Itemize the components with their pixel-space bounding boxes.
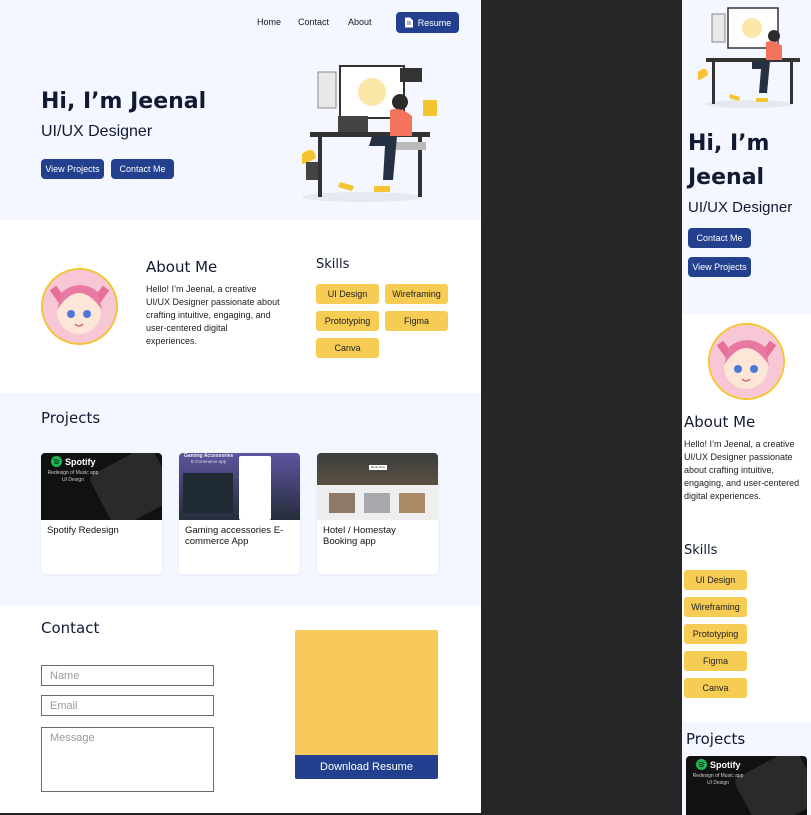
project-card-spotify[interactable]: Spotify Redesign of Music app UI Design … — [41, 453, 162, 574]
contact-me-button[interactable]: Contact Me — [111, 159, 174, 179]
hero-role: UI/UX Designer — [41, 123, 153, 140]
mobile-contact-me-button[interactable]: Contact Me — [688, 228, 751, 248]
mobile-hero-greeting-line2: Jeenal — [688, 165, 765, 190]
nav-about[interactable]: About — [348, 17, 372, 27]
skill-chip: UI Design — [684, 570, 747, 590]
nav-home[interactable]: Home — [257, 17, 281, 27]
message-field[interactable]: Message — [41, 727, 214, 792]
mobile-about-text: Hello! I’m Jeenal, a creative UI/UX Desi… — [684, 439, 800, 501]
resume-label: Resume — [417, 17, 452, 28]
book-button: Book Now — [369, 465, 387, 470]
contact-title: Contact — [41, 619, 100, 637]
resume-card: Download Resume — [295, 630, 438, 779]
document-icon — [404, 17, 413, 28]
download-resume-button[interactable]: Download Resume — [295, 755, 438, 779]
gaming-sub: E-Commerce app — [191, 459, 227, 464]
nav-contact[interactable]: Contact — [298, 17, 329, 27]
about-title: About Me — [146, 258, 218, 276]
project-thumbnail: Spotify Redesign of Music app UI Design — [41, 453, 162, 520]
project-title: Spotify Redesign — [47, 525, 119, 536]
mobile-about-title: About Me — [684, 413, 756, 431]
resume-button[interactable]: Resume — [396, 12, 459, 33]
mobile-preview: Hi, I’m Jeenal UI/UX Designer Contact Me… — [682, 0, 811, 815]
designer-illustration — [698, 7, 800, 108]
name-field[interactable]: Name — [41, 665, 214, 686]
email-field[interactable]: Email — [41, 695, 214, 716]
project-card-gaming[interactable]: Gaming Accessories E-Commerce app Gaming… — [179, 453, 300, 574]
contact-section: Contact Name Email Message Download Resu… — [0, 606, 481, 813]
skill-chip: Prototyping — [316, 311, 379, 331]
about-section: About Me Hello! I’m Jeenal, a creative U… — [0, 220, 481, 393]
spotify-logo-icon — [51, 456, 62, 467]
skill-chip: Wireframing — [684, 597, 747, 617]
spotify-logo-icon — [696, 759, 707, 770]
skills-title: Skills — [316, 257, 350, 272]
skill-chip: Figma — [385, 311, 448, 331]
avatar — [41, 268, 118, 345]
project-thumbnail: Book Now — [317, 453, 438, 520]
spotify-caption: Redesign of Music app UI Design — [692, 773, 744, 786]
project-title: Gaming accessories E-commerce App — [185, 525, 284, 547]
project-thumbnail: Gaming Accessories E-Commerce app — [179, 453, 300, 520]
projects-title: Projects — [41, 409, 101, 427]
mobile-projects-section: Projects Spotify Redesign of Music app U… — [682, 722, 811, 815]
mobile-about-section: About Me Hello! I’m Jeenal, a creative U… — [682, 314, 811, 722]
about-text: Hello! I’m Jeenal, a creative UI/UX Desi… — [146, 284, 280, 346]
designer-illustration — [302, 65, 437, 202]
mobile-hero-role: UI/UX Designer — [688, 199, 793, 216]
mobile-skills-title: Skills — [684, 543, 718, 558]
spotify-caption: Redesign of Music app UI Design — [47, 470, 99, 483]
hero-greeting: Hi, I’m Jeenal — [41, 89, 207, 114]
skill-chip: Canva — [316, 338, 379, 358]
mobile-project-card-spotify[interactable]: Spotify Redesign of Music app UI Design — [686, 756, 807, 815]
skill-chip: Prototyping — [684, 624, 747, 644]
skill-chip: Figma — [684, 651, 747, 671]
skill-chip: Canva — [684, 678, 747, 698]
skill-chip: Wireframing — [385, 284, 448, 304]
mobile-view-projects-button[interactable]: View Projects — [688, 257, 751, 277]
project-card-hotel[interactable]: Book Now Hotel / Homestay Booking app — [317, 453, 438, 574]
hero-section: Home Contact About Resume Hi, I’m Jeenal… — [0, 0, 481, 220]
project-title: Hotel / Homestay Booking app — [323, 525, 396, 547]
mobile-projects-title: Projects — [686, 730, 746, 748]
desktop-preview: Home Contact About Resume Hi, I’m Jeenal… — [0, 0, 481, 813]
mobile-hero-greeting-line1: Hi, I’m — [688, 131, 770, 156]
view-projects-button[interactable]: View Projects — [41, 159, 104, 179]
spotify-brand: Spotify — [65, 456, 96, 467]
skill-chip: UI Design — [316, 284, 379, 304]
avatar — [708, 323, 785, 400]
spotify-brand: Spotify — [710, 759, 741, 770]
mobile-hero-section: Hi, I’m Jeenal UI/UX Designer Contact Me… — [682, 0, 811, 314]
